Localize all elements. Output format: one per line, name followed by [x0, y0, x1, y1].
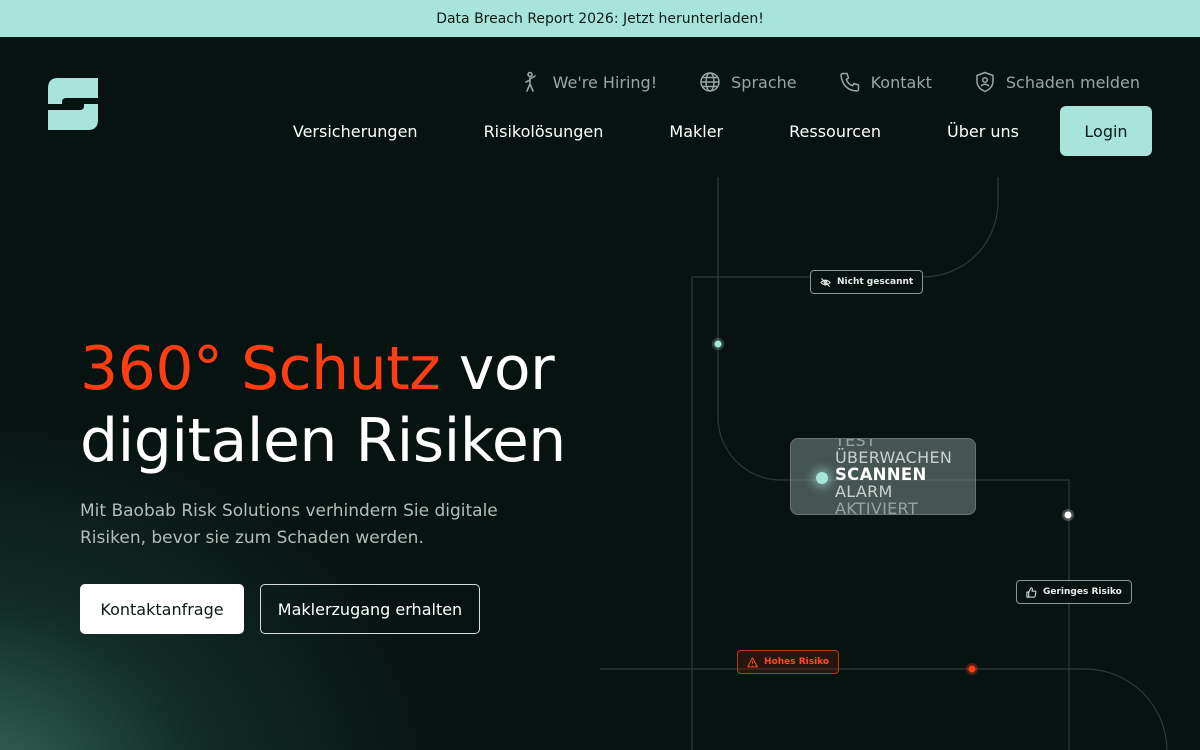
- person-icon: [524, 71, 536, 92]
- contact-link[interactable]: Kontakt: [839, 71, 932, 93]
- tag-not-scanned: Nicht gescannt: [810, 270, 924, 294]
- main-nav: Versicherungen Risikolösungen Makler Res…: [293, 106, 1152, 156]
- report-claim-link[interactable]: Schaden melden: [974, 71, 1140, 93]
- tag-low-risk: Geringes Risiko: [1016, 580, 1132, 604]
- nav-resources[interactable]: Ressourcen: [789, 122, 881, 141]
- headline-accent: 360° Schutz: [80, 334, 441, 404]
- tag-not-scanned-label: Nicht gescannt: [837, 277, 914, 287]
- scan-indicator: [816, 472, 828, 484]
- utility-nav: We're Hiring! Sprache Kontakt Schaden me…: [521, 71, 1140, 93]
- baobab-logo-icon[interactable]: [48, 78, 98, 130]
- language-label: Sprache: [731, 72, 797, 92]
- subtext-line-1: Mit Baobab Risk Solutions verhindern Sie…: [80, 501, 498, 521]
- contact-label: Kontakt: [870, 72, 932, 92]
- eye-off-icon: [820, 277, 831, 287]
- nav-risk-solutions[interactable]: Risikolösungen: [484, 122, 604, 141]
- announcement-banner[interactable]: Data Breach Report 2026: Jetzt herunterl…: [0, 0, 1200, 37]
- scan-word: ALARM: [835, 482, 893, 501]
- hero-section: We're Hiring! Sprache Kontakt Schaden me…: [0, 37, 1200, 750]
- contact-request-button[interactable]: Kontaktanfrage: [80, 584, 244, 634]
- scan-word: AKTIVIERT: [835, 499, 918, 515]
- banner-text: Data Breach Report 2026: Jetzt herunterl…: [436, 10, 764, 27]
- thumbs-up-icon: [1026, 586, 1037, 598]
- scan-word-active: SCANNEN: [835, 465, 927, 484]
- scan-word-list: TEST ÜBERWACHEN SCANNEN ALARM AKTIVIERT: [835, 439, 953, 515]
- globe-icon: [700, 72, 720, 92]
- nav-about[interactable]: Über uns: [947, 122, 1019, 141]
- scan-word: ÜBERWACHEN: [835, 448, 953, 467]
- nav-insurance[interactable]: Versicherungen: [293, 122, 418, 141]
- hiring-link[interactable]: We're Hiring!: [521, 71, 658, 93]
- tag-high-risk-label: Hohes Risiko: [764, 657, 830, 667]
- headline-line-2: digitalen Risiken: [80, 406, 566, 476]
- phone-icon: [839, 72, 859, 92]
- hero-subtext: Mit Baobab Risk Solutions verhindern Sie…: [80, 498, 520, 552]
- tag-low-risk-label: Geringes Risiko: [1043, 587, 1122, 597]
- hero-headline: 360° Schutz vor digitalen Risiken: [80, 333, 640, 477]
- login-button[interactable]: Login: [1060, 106, 1152, 156]
- language-selector[interactable]: Sprache: [699, 71, 797, 93]
- nav-broker[interactable]: Makler: [669, 122, 723, 141]
- headline-rest: vor: [440, 334, 555, 404]
- broker-access-button[interactable]: Maklerzugang erhalten: [260, 584, 480, 634]
- warning-icon: [747, 656, 758, 667]
- hiring-label: We're Hiring!: [552, 72, 658, 92]
- shield-icon: [976, 71, 994, 93]
- scan-status-widget: TEST ÜBERWACHEN SCANNEN ALARM AKTIVIERT: [790, 438, 976, 515]
- tag-high-risk: Hohes Risiko: [737, 650, 840, 674]
- report-claim-label: Schaden melden: [1005, 72, 1140, 92]
- subtext-line-2: Risiken, bevor sie zum Schaden werden.: [80, 528, 424, 548]
